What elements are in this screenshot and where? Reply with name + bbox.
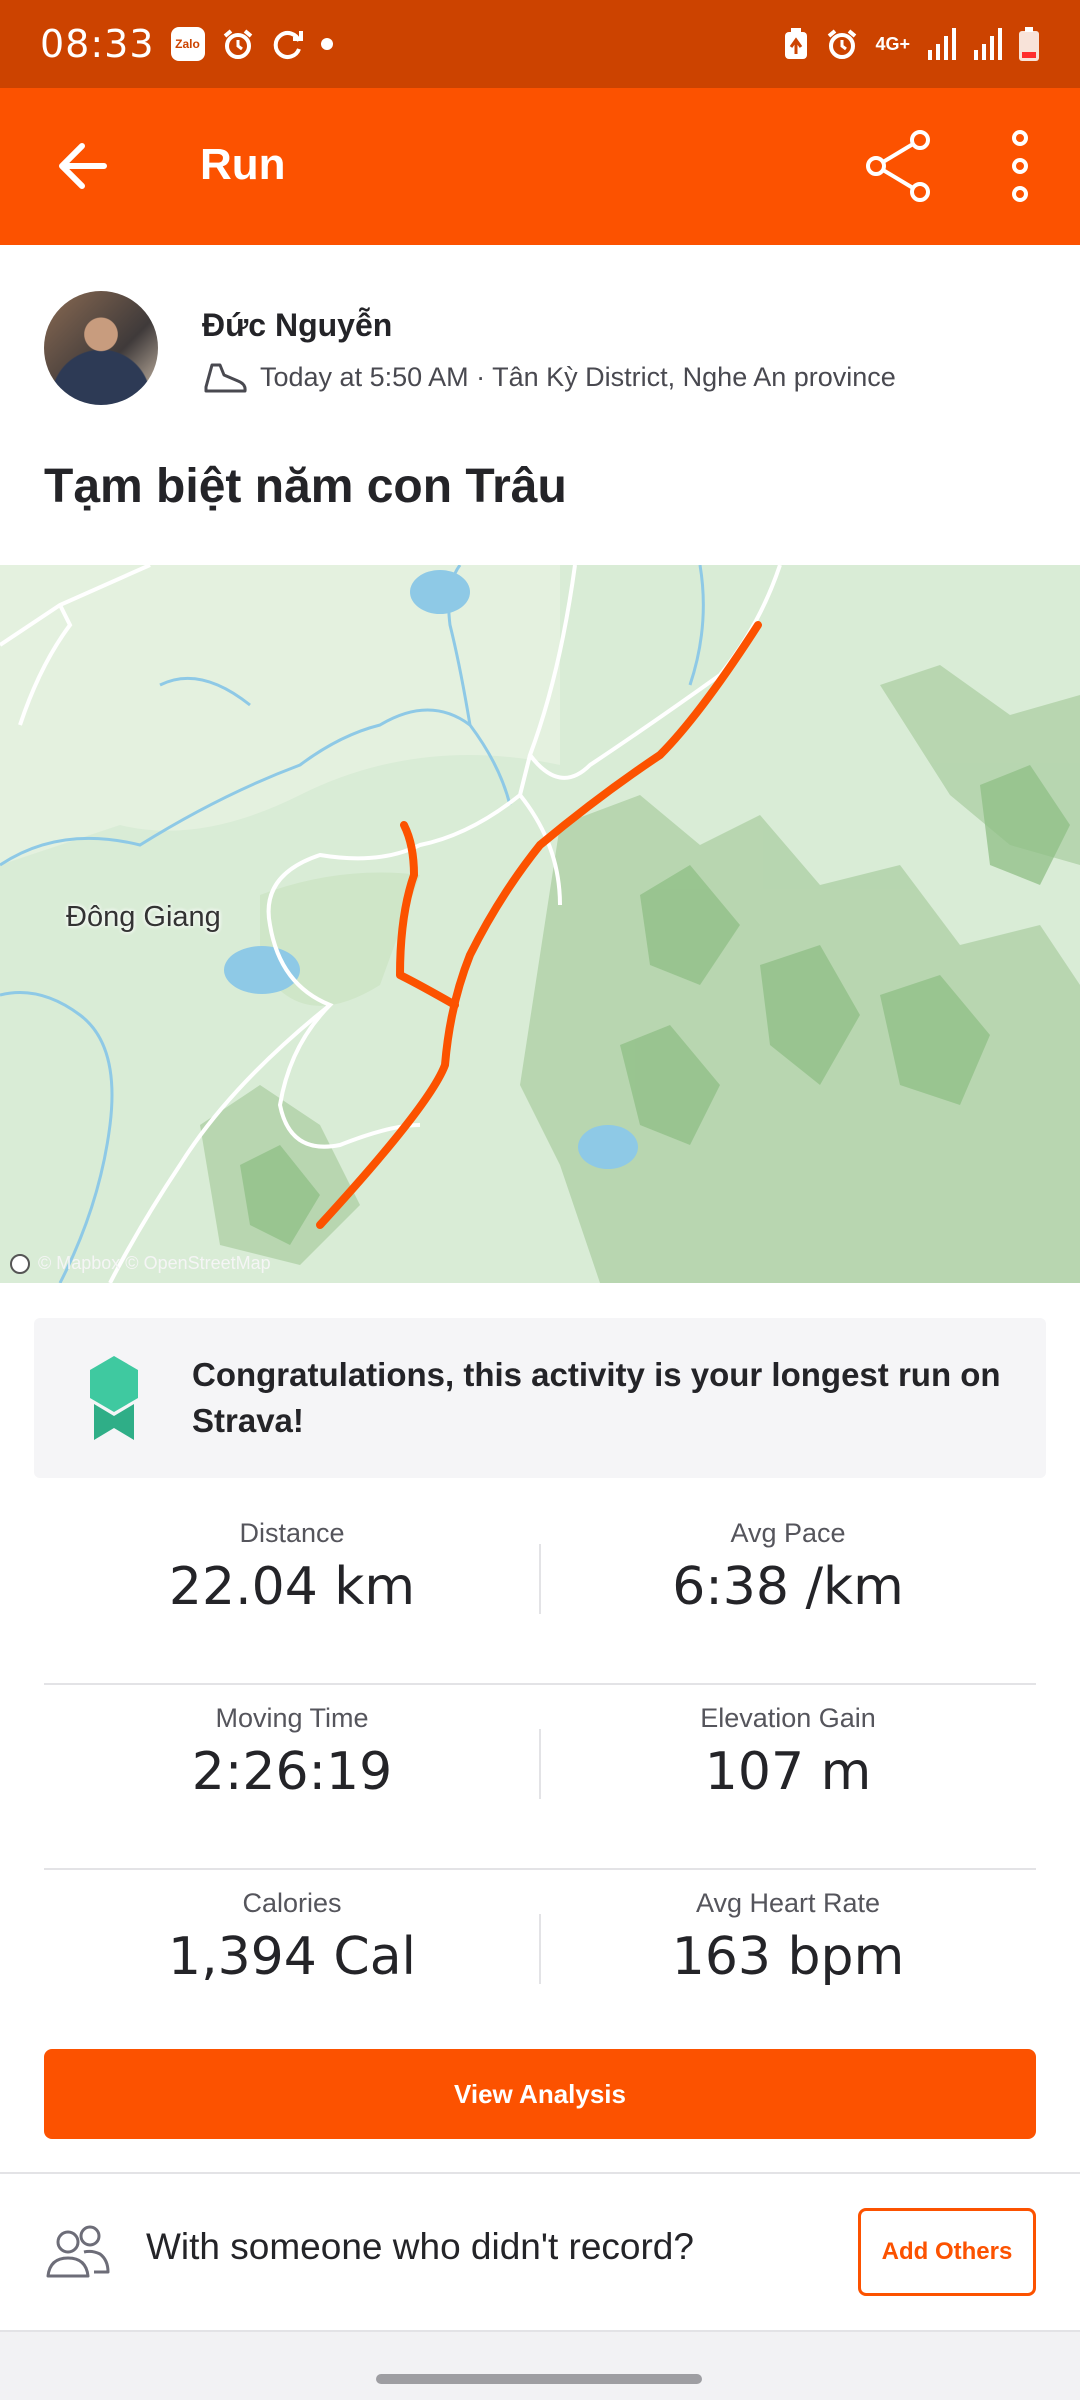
home-gesture-handle[interactable] xyxy=(376,2374,702,2384)
alarm-icon xyxy=(828,29,857,59)
map-attribution[interactable]: © Mapbox © OpenStreetMap xyxy=(10,1253,271,1274)
activity-title: Tạm biệt năm con Trâu xyxy=(44,460,567,513)
map-attribution-text: © Mapbox © OpenStreetMap xyxy=(38,1253,271,1273)
status-time: 08:33 xyxy=(40,22,155,66)
activity-meta-text: Today at 5:50 AM · Tân Kỳ District, Nghe… xyxy=(260,361,896,392)
achievement-banner: Congratulations, this activity is your l… xyxy=(34,1318,1046,1478)
activity-meta: Today at 5:50 AM · Tân Kỳ District, Nghe… xyxy=(202,357,896,397)
page-title: Run xyxy=(200,140,286,189)
stats-row: Moving Time 2:26:19 Elevation Gain 107 m xyxy=(44,1685,1036,1870)
stat-value: 107 m xyxy=(704,1742,872,1802)
map-place-label: Đông Giang xyxy=(66,901,221,933)
signal-icon xyxy=(928,28,956,60)
stat-moving-time: Moving Time 2:26:19 xyxy=(44,1703,540,1802)
stat-avg-pace: Avg Pace 6:38 /km xyxy=(540,1518,1036,1617)
zalo-icon: Zalo xyxy=(170,27,205,61)
system-nav-bar xyxy=(0,2332,1080,2400)
stat-label: Moving Time xyxy=(215,1703,369,1733)
add-others-row: With someone who didn't record? Add Othe… xyxy=(0,2174,1080,2330)
stat-value: 22.04 km xyxy=(168,1557,416,1617)
stat-calories: Calories 1,394 Cal xyxy=(44,1888,540,1987)
battery-icon xyxy=(1019,27,1039,61)
shoe-icon xyxy=(204,363,247,393)
stat-avg-heart-rate: Avg Heart Rate 163 bpm xyxy=(540,1888,1036,1987)
stat-distance: Distance 22.04 km xyxy=(44,1518,540,1617)
achievement-badge-icon xyxy=(90,1356,138,1440)
view-analysis-button[interactable]: View Analysis xyxy=(44,2049,1036,2139)
notification-dot-icon xyxy=(320,38,333,50)
stat-label: Avg Heart Rate xyxy=(695,1888,881,1918)
stats-row: Calories 1,394 Cal Avg Heart Rate 163 bp… xyxy=(44,1870,1036,2053)
stat-value: 1,394 Cal xyxy=(167,1927,416,1987)
signal-icon xyxy=(974,28,1002,60)
stat-label: Distance xyxy=(239,1518,345,1548)
athlete-header: Đức Nguyễn Today at 5:50 AM · Tân Kỳ Dis… xyxy=(0,245,1080,565)
stat-value: 2:26:19 xyxy=(191,1742,393,1802)
share-icon[interactable] xyxy=(862,128,938,204)
back-arrow-icon[interactable] xyxy=(48,130,120,202)
battery-saver-icon xyxy=(785,28,808,59)
add-others-button[interactable]: Add Others xyxy=(858,2208,1036,2296)
people-icon xyxy=(46,2225,110,2278)
more-vertical-icon[interactable] xyxy=(1000,128,1040,204)
stat-value: 6:38 /km xyxy=(672,1557,904,1617)
status-bar: 08:33 Zalo 4G+ xyxy=(0,0,1080,88)
stat-label: Avg Pace xyxy=(730,1518,846,1548)
app-bar: Run xyxy=(0,88,1080,245)
stat-value: 163 bpm xyxy=(671,1927,905,1987)
stats-row: Distance 22.04 km Avg Pace 6:38 /km xyxy=(44,1500,1036,1685)
avatar[interactable] xyxy=(44,291,158,405)
alarm-icon xyxy=(223,29,252,59)
stats-grid: Distance 22.04 km Avg Pace 6:38 /km Movi… xyxy=(44,1500,1036,2053)
route-map[interactable]: Đông Giang © Mapbox © OpenStreetMap xyxy=(0,565,1080,1283)
mapbox-logo-icon xyxy=(10,1253,30,1274)
stat-elevation-gain: Elevation Gain 107 m xyxy=(540,1703,1036,1802)
athlete-name[interactable]: Đức Nguyễn xyxy=(202,307,392,344)
sync-icon xyxy=(273,31,303,59)
stat-label: Elevation Gain xyxy=(700,1703,876,1733)
with-others-text: With someone who didn't record? xyxy=(146,2226,694,2267)
stat-label: Calories xyxy=(242,1888,342,1918)
network-4g-icon: 4G+ xyxy=(875,34,910,54)
achievement-text: Congratulations, this activity is your l… xyxy=(192,1356,1001,1439)
